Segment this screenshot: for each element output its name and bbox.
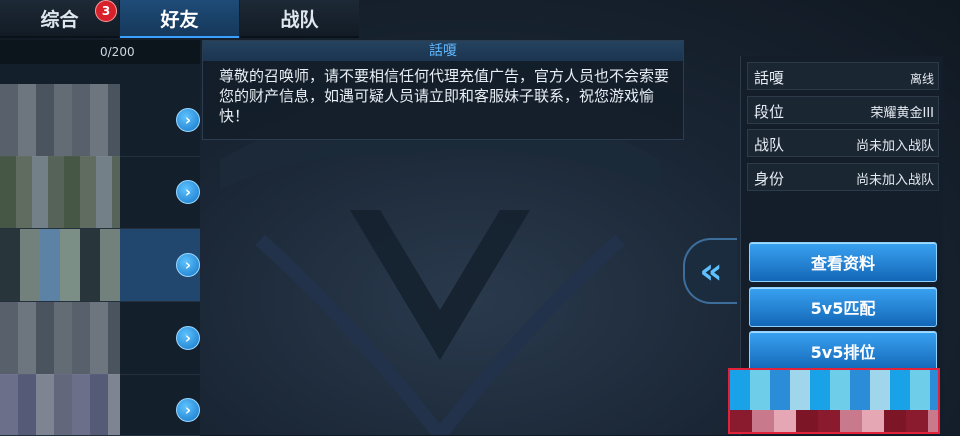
profile-name-row: 話嗄 离线 (747, 62, 939, 90)
rank-key: 段位 (754, 103, 785, 121)
tab-general[interactable]: 综合 3 (0, 0, 119, 38)
friend-count-bar: 0/200 (0, 40, 200, 64)
tab-friends-label: 好友 (160, 8, 199, 31)
censored-region-lower (730, 410, 938, 432)
profile-name: 話嗄 (754, 69, 785, 87)
friend-row[interactable]: › (0, 156, 200, 229)
friend-avatar-censored (0, 156, 120, 228)
profile-team-row: 战队 尚未加入战队 (747, 129, 939, 157)
friend-row[interactable]: › (0, 374, 200, 436)
team-key: 战队 (754, 136, 785, 154)
match-5v5-button[interactable]: 5v5匹配 (749, 287, 937, 327)
profile-rank-row: 段位 荣耀黄金III (747, 96, 939, 124)
role-key: 身份 (754, 170, 785, 188)
view-profile-button[interactable]: 查看资料 (749, 242, 937, 282)
profile-role-row: 身份 尚未加入战队 (747, 163, 939, 191)
friend-avatar-censored (0, 374, 120, 435)
friend-avatar-censored (0, 302, 120, 374)
chevron-right-icon[interactable]: › (176, 398, 200, 422)
censored-region (728, 368, 940, 434)
friend-avatar-censored (0, 229, 120, 301)
tab-general-label: 综合 (40, 8, 79, 31)
chevron-right-icon[interactable]: › (176, 326, 200, 350)
system-message: 尊敬的召唤师，请不要相信任何代理充值广告，官方人员也不会索要您的财产信息，如遇可… (219, 67, 670, 125)
friend-avatar-censored (0, 84, 120, 156)
friend-row[interactable]: › (0, 84, 200, 157)
friend-row[interactable]: › (0, 302, 200, 375)
online-status: 离线 (909, 72, 934, 86)
friend-count: 0/200 (100, 45, 135, 59)
friend-list[interactable]: 0/200 › › › › › (0, 40, 200, 436)
tab-team-label: 战队 (280, 8, 319, 31)
notification-badge: 3 (95, 0, 117, 22)
chevron-right-icon[interactable]: › (176, 180, 200, 204)
tab-bar: 综合 3 好友 战队 (0, 0, 360, 38)
chat-panel: 話嗄 尊敬的召唤师，请不要相信任何代理充值广告，官方人员也不会索要您的财产信息，… (202, 40, 684, 140)
ranked-5v5-button[interactable]: 5v5排位 (749, 331, 937, 371)
chat-title: 話嗄 (203, 41, 683, 61)
role-value: 尚未加入战队 (855, 173, 934, 188)
team-value: 尚未加入战队 (855, 139, 934, 154)
tab-friends[interactable]: 好友 (120, 0, 239, 38)
friend-row-selected[interactable]: › (0, 229, 200, 302)
double-chevron-left-icon[interactable]: « (683, 238, 737, 304)
chevron-right-icon[interactable]: › (176, 108, 200, 132)
chevron-right-icon[interactable]: › (176, 253, 200, 277)
tab-team[interactable]: 战队 (240, 0, 359, 38)
rank-value: 荣耀黄金III (870, 106, 934, 121)
